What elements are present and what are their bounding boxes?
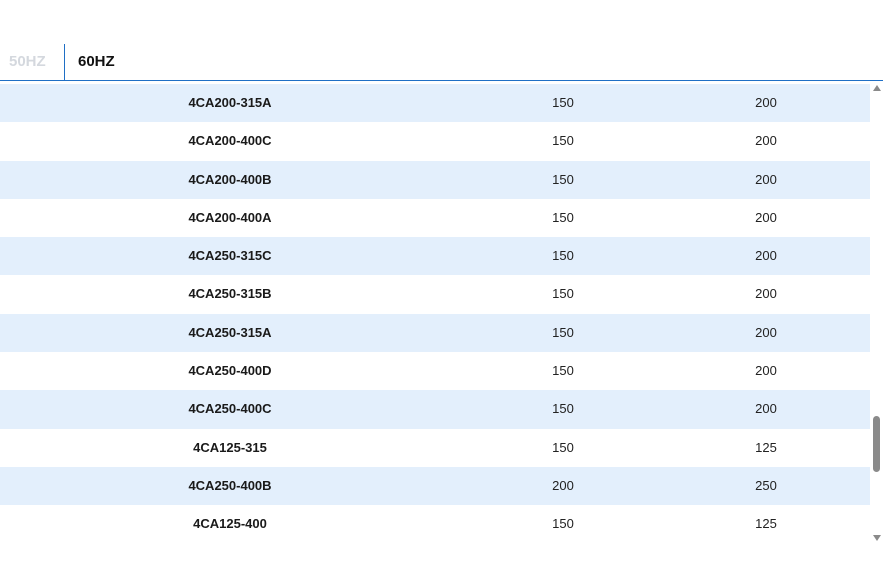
model-cell: 4CA200-400A	[188, 209, 272, 225]
value-cell: 200	[755, 133, 777, 149]
value-cell: 150	[552, 248, 574, 264]
tab-60hz[interactable]: 60HZ	[78, 44, 115, 80]
model-cell: 4CA250-315A	[188, 324, 272, 340]
model-cell: 4CA125-400	[193, 516, 267, 532]
model-cell: 4CA125-315	[193, 439, 267, 455]
model-cell: 4CA250-400B	[188, 477, 272, 493]
value-cell: 200	[755, 324, 777, 340]
table-row: 4CA200-400B 150 200	[0, 160, 870, 199]
tab-50hz[interactable]: 50HZ	[9, 44, 46, 80]
table-row: 4CA200-315A 150 200	[0, 84, 870, 123]
value-cell: 200	[755, 286, 777, 302]
table-row: 4CA250-315C 150 200	[0, 237, 870, 276]
model-cell: 4CA200-315A	[188, 95, 272, 110]
tab-divider	[64, 44, 65, 80]
value-cell: 200	[552, 477, 574, 493]
scroll-down-arrow-icon[interactable]	[873, 535, 881, 541]
value-cell: 200	[755, 363, 777, 379]
vertical-scrollbar[interactable]	[870, 82, 883, 547]
value-cell: 150	[552, 324, 574, 340]
value-cell: 150	[552, 209, 574, 225]
value-cell: 150	[552, 133, 574, 149]
table-row: 4CA250-315B 150 200	[0, 275, 870, 313]
table-row: 4CA250-400D 150 200	[0, 352, 870, 390]
value-cell: 150	[552, 171, 574, 187]
value-cell: 200	[755, 171, 777, 187]
model-cell: 4CA250-315B	[188, 286, 272, 302]
value-cell: 200	[755, 401, 777, 417]
value-cell: 150	[552, 516, 574, 532]
scroll-up-arrow-icon[interactable]	[873, 85, 881, 91]
model-cell: 4CA200-400C	[188, 133, 272, 149]
table-row: 4CA200-400A 150 200	[0, 199, 870, 237]
value-cell: 150	[552, 286, 574, 302]
product-table: 4CA200-315A 150 200 4CA200-400C 150 200 …	[0, 84, 870, 544]
table-row: 4CA125-315 150 125	[0, 429, 870, 467]
value-cell: 150	[552, 401, 574, 417]
value-cell: 150	[552, 95, 574, 110]
value-cell: 200	[755, 248, 777, 264]
model-cell: 4CA250-315C	[188, 248, 272, 264]
value-cell: 125	[755, 439, 777, 455]
value-cell: 125	[755, 516, 777, 532]
table-row: 4CA125-400 150 125	[0, 505, 870, 543]
model-cell: 4CA250-400C	[188, 401, 272, 417]
table-row: 4CA250-315A 150 200	[0, 313, 870, 353]
table-row: 4CA250-400C 150 200	[0, 390, 870, 429]
value-cell: 200	[755, 95, 777, 110]
value-cell: 150	[552, 439, 574, 455]
model-cell: 4CA200-400B	[188, 171, 272, 187]
scrollbar-thumb[interactable]	[873, 416, 880, 472]
value-cell: 250	[755, 477, 777, 493]
value-cell: 150	[552, 363, 574, 379]
table-row: 4CA200-400C 150 200	[0, 122, 870, 160]
model-cell: 4CA250-400D	[188, 363, 272, 379]
table-row: 4CA250-400B 200 250	[0, 466, 870, 506]
frequency-tabs: 50HZ 60HZ	[0, 44, 883, 81]
value-cell: 200	[755, 209, 777, 225]
page: 50HZ 60HZ 4CA200-315A 150 200 4CA200-400…	[0, 0, 883, 563]
